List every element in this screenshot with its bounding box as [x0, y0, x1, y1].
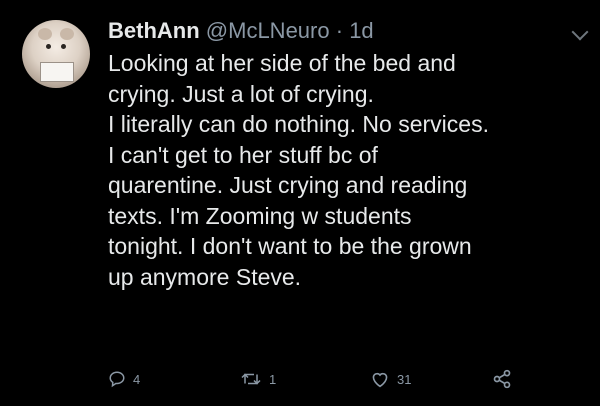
- tweet-header: BethAnn @McLNeuro · 1d: [108, 16, 374, 46]
- tweet-text: Looking at her side of the bed and cryin…: [108, 48, 594, 292]
- tweet-actions: 4 1 31: [108, 366, 528, 392]
- retweet-icon: [241, 373, 261, 385]
- header-separator: ·: [335, 18, 344, 43]
- tweet-line: up anymore Steve.: [108, 263, 302, 290]
- tweet-line: quarentine. Just crying and reading: [108, 172, 468, 198]
- avatar-eye-left: [46, 44, 51, 49]
- share-icon: [493, 369, 511, 389]
- avatar[interactable]: [22, 20, 90, 88]
- tweet-line: tonight. I don't want to be the grown: [108, 233, 472, 259]
- heart-icon: [372, 372, 388, 388]
- like-count: 31: [397, 371, 412, 387]
- tweet-line: Looking at her side of the bed and: [108, 50, 456, 76]
- like-button[interactable]: 31: [370, 366, 411, 392]
- avatar-badge: [40, 62, 74, 82]
- avatar-eye-right: [61, 44, 66, 49]
- reply-icon: [109, 371, 125, 388]
- reply-button[interactable]: 4: [108, 366, 140, 392]
- reply-count: 4: [133, 371, 141, 387]
- tweet-line: crying. Just a lot of crying.: [108, 80, 374, 107]
- retweet-button[interactable]: 1: [240, 366, 276, 392]
- tweet-time[interactable]: 1d: [349, 18, 373, 43]
- user-handle[interactable]: @McLNeuro: [206, 18, 330, 43]
- tweet-line: I literally can do nothing. No services.: [108, 111, 489, 137]
- avatar-ear-right: [60, 28, 74, 40]
- avatar-ear-left: [38, 28, 52, 40]
- retweet-count: 1: [269, 371, 277, 387]
- tweet-line: texts. I'm Zooming w students: [108, 202, 412, 229]
- share-button[interactable]: [492, 366, 512, 392]
- display-name[interactable]: BethAnn: [108, 18, 200, 43]
- more-options-chevron-down-icon[interactable]: [571, 23, 589, 41]
- tweet-line: I can't get to her stuff bc of: [108, 141, 378, 168]
- tweet-card: BethAnn @McLNeuro · 1d Looking at her si…: [0, 0, 600, 406]
